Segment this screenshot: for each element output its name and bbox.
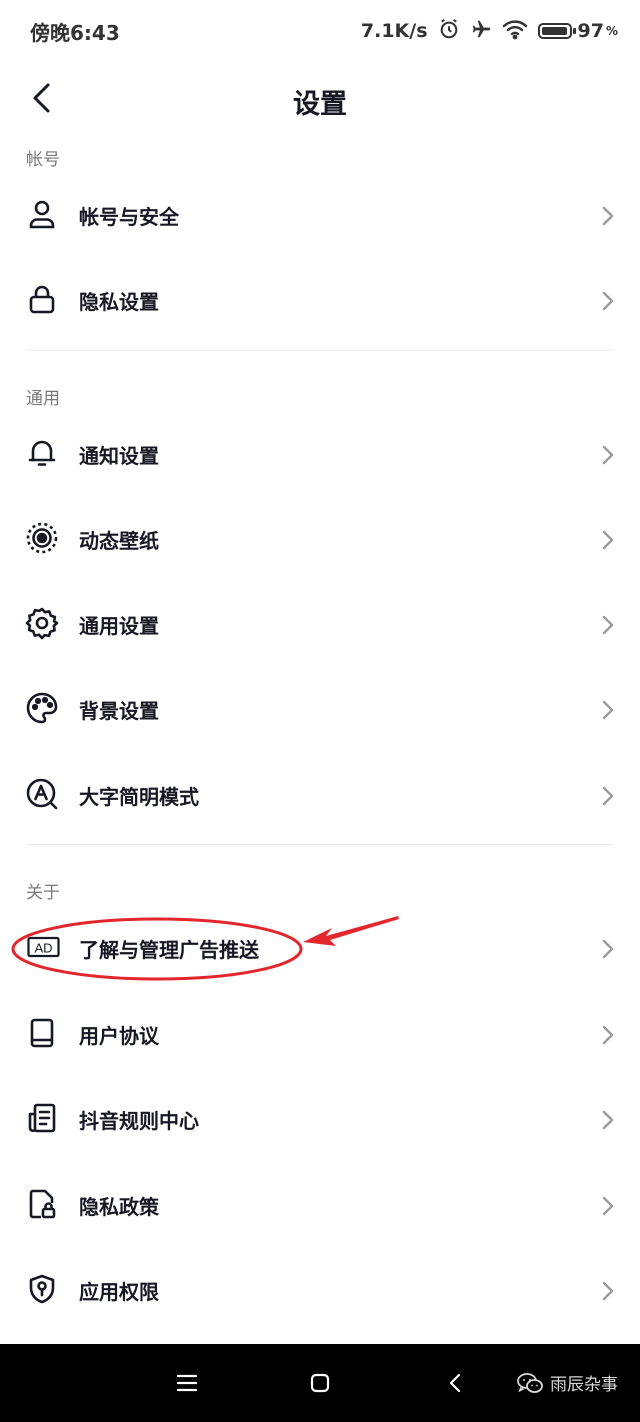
shield-icon (24, 1271, 60, 1307)
settings-item-label: 了解与管理广告推送 (79, 938, 259, 962)
chevron-right-icon (602, 1196, 614, 1216)
settings-item-user-agreement[interactable]: 用户协议 (0, 993, 640, 1077)
battery-percent: 97 (577, 20, 604, 42)
battery-indicator: 97% (537, 20, 618, 42)
settings-item-label: 抖音规则中心 (79, 1109, 199, 1133)
home-square-icon (310, 1373, 330, 1393)
network-speed: 7.1K/s (360, 20, 428, 42)
chevron-right-icon (602, 1025, 614, 1045)
watermark: 雨辰杂事 (516, 1370, 618, 1395)
settings-item-live-wallpaper[interactable]: 动态壁纸 (0, 498, 640, 582)
ad-icon-text: AD (34, 941, 52, 956)
system-back-button[interactable] (438, 1366, 472, 1400)
live-wallpaper-icon (24, 520, 60, 556)
back-triangle-icon (449, 1373, 461, 1393)
battery-percent-sign: % (605, 24, 618, 38)
palette-icon (24, 690, 60, 726)
section-label-account: 帐号 (26, 150, 60, 170)
settings-item-app-permissions[interactable]: 应用权限 (0, 1249, 640, 1333)
alarm-icon (438, 18, 460, 44)
settings-item-privacy-settings[interactable]: 隐私设置 (0, 259, 640, 343)
settings-item-general-settings[interactable]: 通用设置 (0, 583, 640, 667)
settings-item-large-font-mode[interactable]: 大字简明模式 (0, 754, 640, 838)
settings-item-label: 动态壁纸 (79, 529, 159, 553)
chevron-right-icon (602, 615, 614, 635)
watermark-text: 雨辰杂事 (550, 1375, 618, 1395)
wechat-icon (517, 1372, 543, 1393)
battery-icon (537, 23, 576, 39)
settings-item-label: 通用设置 (79, 614, 159, 638)
user-icon (24, 196, 60, 232)
settings-item-label: 通知设置 (79, 444, 159, 468)
chevron-right-icon (602, 700, 614, 720)
book-icon (24, 1015, 60, 1051)
settings-item-rules-center[interactable]: 抖音规则中心 (0, 1078, 640, 1162)
settings-item-label: 大字简明模式 (79, 785, 199, 809)
settings-item-label: 背景设置 (79, 699, 159, 723)
settings-item-label: 隐私政策 (79, 1195, 159, 1219)
settings-item-ad-management[interactable]: AD 了解与管理广告推送 (0, 907, 640, 991)
status-bar: 傍晚6:43 7.1K/s 97% (0, 0, 640, 62)
settings-item-background[interactable]: 背景设置 (0, 668, 640, 752)
chevron-right-icon (602, 445, 614, 465)
menu-icon (176, 1374, 198, 1392)
airplane-icon (470, 18, 492, 44)
header: 设置 (0, 62, 640, 138)
gear-icon (24, 605, 60, 641)
settings-item-label: 帐号与安全 (79, 205, 179, 229)
settings-item-label: 应用权限 (79, 1280, 159, 1304)
chevron-right-icon (602, 939, 614, 959)
settings-item-label: 隐私设置 (79, 290, 159, 314)
status-indicators: 7.1K/s 97% (361, 17, 618, 45)
chevron-right-icon (602, 530, 614, 550)
menu-button[interactable] (170, 1366, 204, 1400)
settings-item-account-security[interactable]: 帐号与安全 (0, 174, 640, 258)
section-label-general: 通用 (26, 389, 60, 409)
chevron-right-icon (602, 786, 614, 806)
chevron-right-icon (602, 1281, 614, 1301)
large-font-icon (24, 776, 60, 812)
system-nav-bar: 雨辰杂事 (0, 1344, 640, 1422)
status-time: 傍晚6:43 (30, 21, 120, 45)
settings-item-privacy-policy[interactable]: 隐私政策 (0, 1164, 640, 1248)
section-divider (26, 350, 614, 351)
ad-icon: AD (26, 929, 62, 965)
chevron-right-icon (602, 206, 614, 226)
battery-fill (541, 27, 567, 35)
wifi-icon (502, 18, 528, 44)
document-list-icon (24, 1100, 60, 1136)
section-label-about: 关于 (26, 883, 60, 903)
privacy-document-icon (24, 1186, 60, 1222)
chevron-right-icon (602, 291, 614, 311)
settings-item-notifications[interactable]: 通知设置 (0, 413, 640, 497)
lock-icon (24, 281, 60, 317)
settings-item-label: 用户协议 (79, 1024, 159, 1048)
page-title: 设置 (293, 89, 347, 120)
section-divider (26, 844, 614, 845)
home-button[interactable] (303, 1366, 337, 1400)
chevron-right-icon (602, 1110, 614, 1130)
bell-icon (24, 435, 60, 471)
